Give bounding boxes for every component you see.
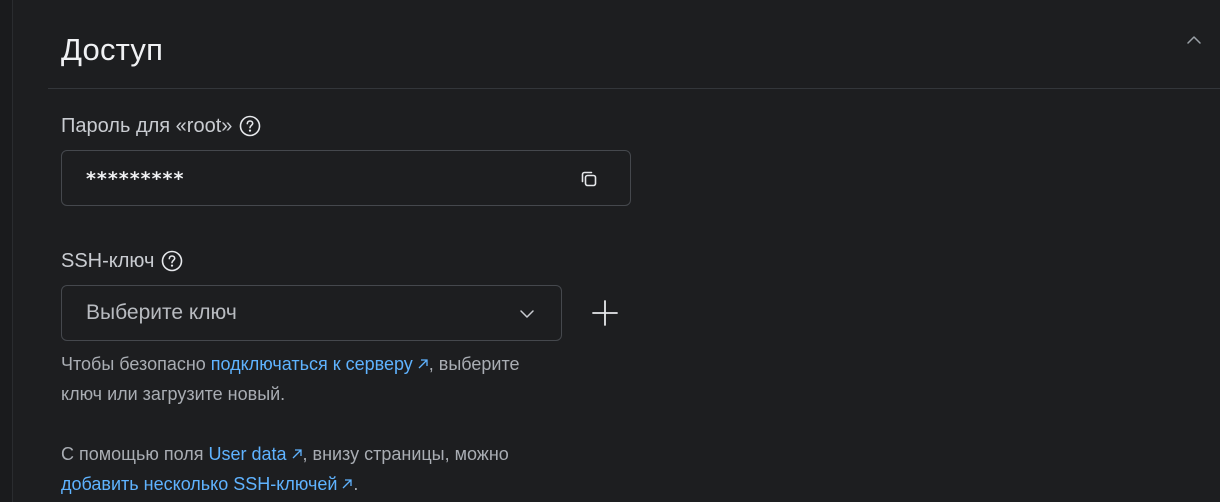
add-multiple-ssh-keys-link-text: добавить несколько SSH-ключей [61, 474, 338, 494]
user-data-hint: С помощью поля User data , внизу страницы… [61, 439, 621, 499]
left-rail [0, 0, 13, 502]
user-data-hint-after: . [353, 474, 359, 494]
chevron-down-icon [520, 310, 534, 318]
password-label-text: Пароль для «root» [61, 115, 233, 137]
ssh-hint-after2: ключ или загрузите новый. [61, 384, 286, 404]
ssh-hint-after1: , выберите [428, 354, 520, 374]
access-section-header[interactable]: Доступ [48, 0, 1220, 89]
password-field[interactable]: ********* [61, 150, 631, 206]
section-title: Доступ [61, 32, 164, 67]
password-label: Пароль для «root» [61, 113, 261, 139]
user-data-link[interactable]: User data [208, 444, 302, 464]
connect-to-server-link-text: подключаться к серверу [210, 354, 413, 374]
password-value: ********* [86, 168, 185, 190]
ssh-key-select[interactable]: Выберите ключ [61, 285, 562, 341]
copy-icon[interactable] [578, 168, 600, 190]
add-multiple-ssh-keys-link[interactable]: добавить несколько SSH-ключей [61, 474, 353, 494]
ssh-hint-before: Чтобы безопасно [61, 354, 211, 374]
add-ssh-key-button[interactable] [588, 296, 622, 330]
question-circle-icon[interactable] [239, 115, 261, 137]
access-section: Доступ Пароль для «root» ********* SSH-к… [48, 0, 1220, 502]
user-data-link-text: User data [208, 444, 287, 464]
connect-to-server-link[interactable]: подключаться к серверу [211, 354, 429, 374]
page: Доступ Пароль для «root» ********* SSH-к… [0, 0, 1220, 502]
external-link-arrow-icon [342, 479, 353, 489]
external-link-arrow-icon [418, 359, 428, 369]
ssh-key-select-placeholder: Выберите ключ [86, 301, 237, 324]
ssh-label: SSH-ключ [61, 248, 183, 274]
chevron-up-icon[interactable] [1184, 30, 1204, 50]
external-link-arrow-icon [292, 449, 302, 459]
ssh-hint: Чтобы безопасно подключаться к серверу , … [61, 349, 621, 409]
user-data-hint-before: С помощью поля [61, 444, 209, 464]
user-data-hint-middle: , внизу страницы, можно [302, 444, 509, 464]
question-circle-icon[interactable] [161, 250, 183, 272]
ssh-label-text: SSH-ключ [61, 250, 155, 272]
